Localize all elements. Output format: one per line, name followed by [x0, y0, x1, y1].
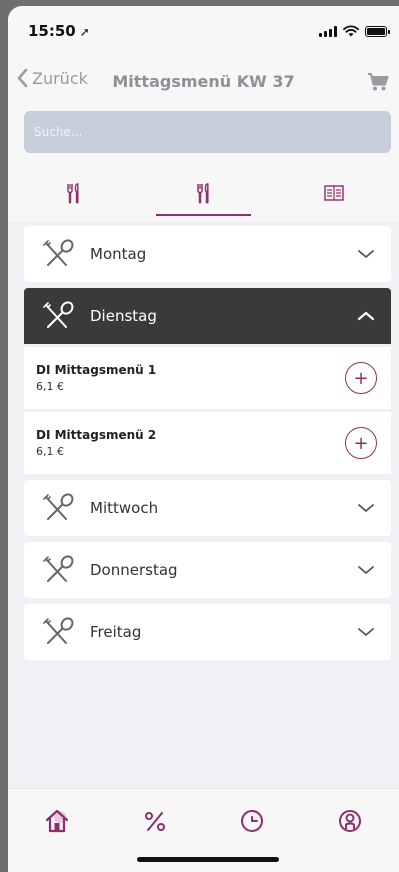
- menu-card-icon: [324, 185, 344, 201]
- nav-home[interactable]: [37, 803, 77, 839]
- add-dish-button[interactable]: +: [345, 362, 377, 394]
- wifi-icon: [343, 25, 359, 37]
- chevron-down-icon: [358, 250, 374, 258]
- chevron-down-icon: [358, 566, 374, 574]
- spoon-fork-icon: [43, 301, 74, 328]
- profile-icon: [339, 810, 362, 832]
- dish-info: DI Mittagsmenü 2 6,1 €: [36, 428, 345, 458]
- nav-offers[interactable]: [135, 803, 175, 839]
- cart-icon[interactable]: [367, 72, 389, 92]
- page-title: Mittagsmenü KW 37: [112, 72, 295, 91]
- tab-menu-card[interactable]: [269, 174, 399, 222]
- day-label: Donnerstag: [90, 561, 178, 579]
- nav-profile[interactable]: [330, 803, 370, 839]
- navigation-bar: Zurück Mittagsmenü KW 37: [8, 62, 399, 102]
- bottom-nav-items: [8, 789, 399, 839]
- signal-icon: [319, 25, 337, 37]
- dish-info: DI Mittagsmenü 1 6,1 €: [36, 363, 345, 393]
- category-tabs: [8, 174, 399, 222]
- status-time-text: 15:50: [28, 22, 76, 40]
- day-list: Montag Dienstag DI Mittagsmenü 1 6,1 € +…: [24, 226, 391, 666]
- tab-cutlery-1[interactable]: [8, 174, 138, 222]
- day-label: Freitag: [90, 623, 142, 641]
- day-label: Mittwoch: [90, 499, 159, 517]
- dish-item: DI Mittagsmenü 1 6,1 € +: [24, 347, 391, 409]
- bottom-navigation: [8, 788, 399, 872]
- status-time: 15:50 ➚: [28, 22, 90, 40]
- chevron-up-icon: [357, 311, 375, 321]
- chevron-down-icon: [358, 504, 374, 512]
- dish-item: DI Mittagsmenü 2 6,1 € +: [24, 412, 391, 474]
- dish-name: DI Mittagsmenü 2: [36, 428, 157, 442]
- percent-icon: [144, 812, 165, 831]
- cutlery-icon: [67, 183, 79, 204]
- day-row-dienstag[interactable]: Dienstag: [24, 288, 391, 344]
- location-arrow-icon: ➚: [79, 25, 90, 39]
- add-dish-button[interactable]: +: [345, 427, 377, 459]
- tab-cutlery-2[interactable]: [138, 174, 268, 222]
- chevron-down-icon: [358, 628, 374, 636]
- spoon-fork-icon: [43, 555, 74, 582]
- spoon-fork-icon: [43, 617, 74, 644]
- home-icon: [45, 809, 68, 833]
- battery-icon: [365, 25, 390, 37]
- cutlery-icon: [197, 183, 210, 204]
- spoon-fork-icon: [43, 493, 74, 520]
- day-row-freitag[interactable]: Freitag: [24, 604, 391, 660]
- day-row-donnerstag[interactable]: Donnerstag: [24, 542, 391, 598]
- day-label: Montag: [90, 245, 147, 263]
- day-row-mittwoch[interactable]: Mittwoch: [24, 480, 391, 536]
- dish-price: 6,1 €: [36, 380, 64, 393]
- day-row-montag[interactable]: Montag: [24, 226, 391, 282]
- dish-price: 6,1 €: [36, 445, 64, 458]
- search-input[interactable]: [24, 111, 391, 153]
- home-indicator[interactable]: [137, 857, 279, 862]
- status-icons: [319, 24, 390, 38]
- dish-name: DI Mittagsmenü 1: [36, 363, 157, 377]
- status-bar: 15:50 ➚: [8, 6, 399, 60]
- nav-history[interactable]: [232, 803, 272, 839]
- day-label: Dienstag: [90, 307, 157, 325]
- spoon-fork-icon: [43, 239, 74, 266]
- clock-icon: [241, 810, 264, 832]
- phone-screen: 15:50 ➚ Zurück Mittagsmenü KW 37 Suche..…: [8, 6, 399, 872]
- plus-icon: +: [353, 367, 369, 389]
- plus-icon: +: [353, 432, 369, 454]
